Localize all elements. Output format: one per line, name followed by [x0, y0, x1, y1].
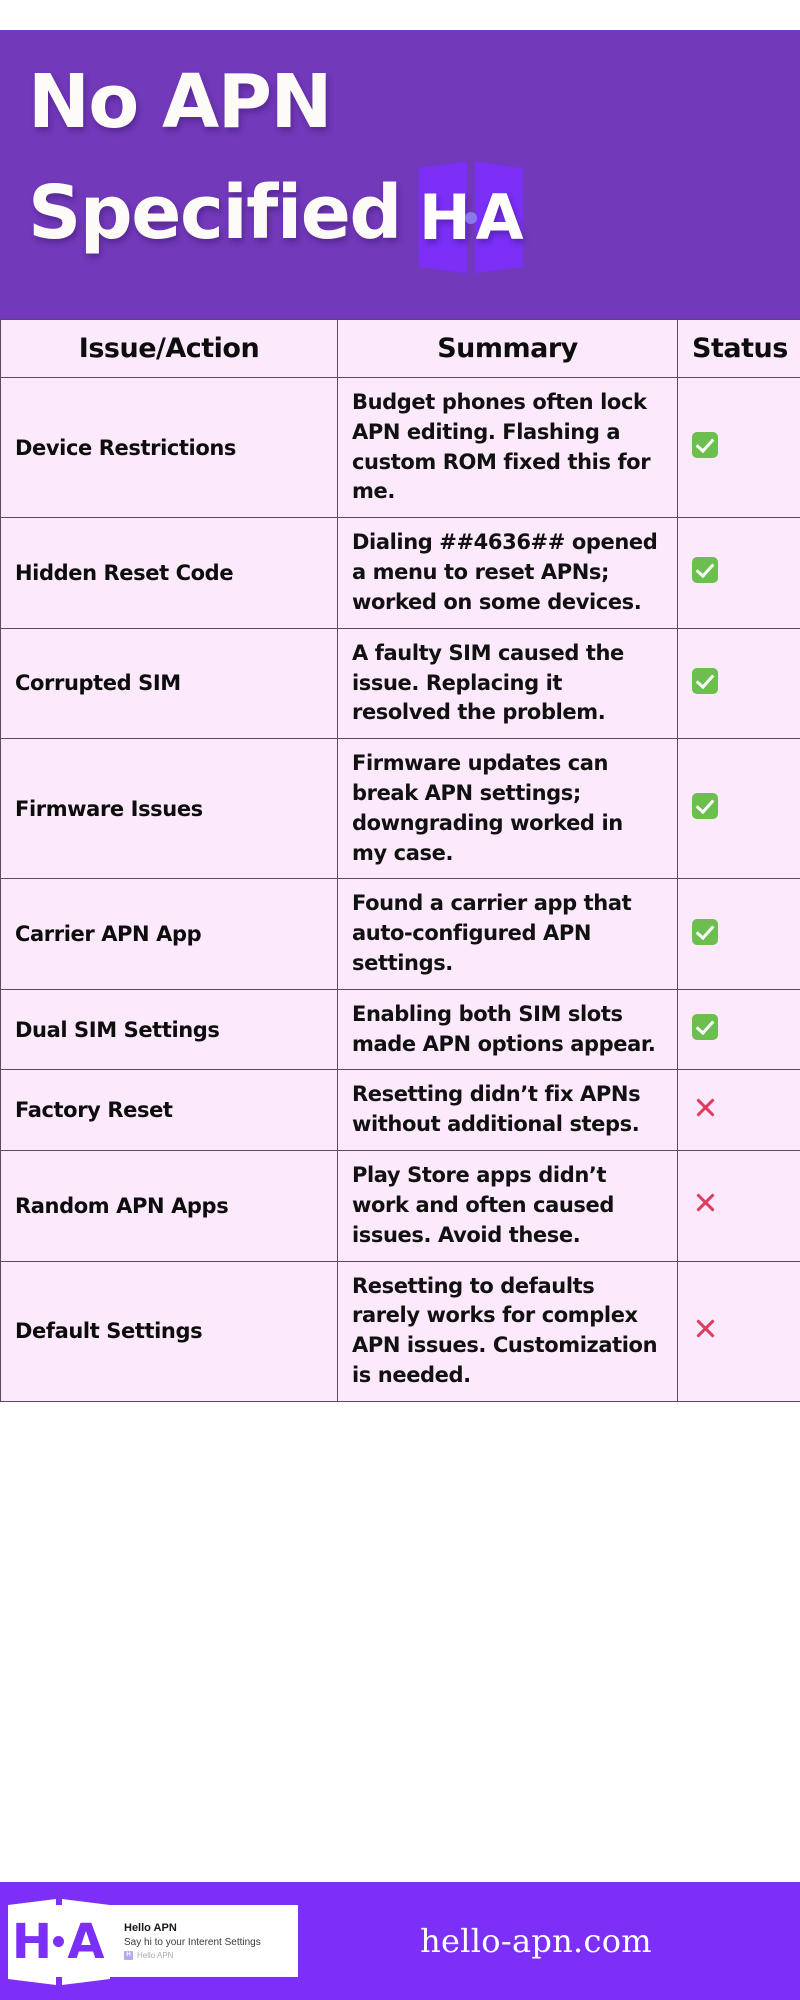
brand-card-text: Hello APN Say hi to your Interent Settin…: [124, 1922, 261, 1960]
footer-logo-dot-icon: [53, 1936, 64, 1947]
status-check-icon: [692, 918, 718, 945]
header-banner: No APN Specified H A: [0, 30, 800, 319]
cell-issue: Random APN Apps: [0, 1150, 338, 1262]
footer-bar: H A Hello APN Say hi to your Interent Se…: [0, 1882, 800, 2000]
table-row: Hidden Reset Code Dialing ##4636## opened…: [0, 517, 800, 629]
cell-status: [677, 738, 800, 880]
cell-issue: Corrupted SIM: [0, 627, 338, 740]
status-cross-icon: [692, 1316, 718, 1342]
website-url[interactable]: hello-apn.com: [298, 1922, 774, 1960]
status-check-icon: [692, 1014, 718, 1041]
cell-summary: Enabling both SIM slots made APN options…: [337, 988, 678, 1071]
table-row: Default Settings Resetting to defaults ra…: [0, 1260, 800, 1402]
status-check-icon: [692, 557, 718, 584]
comparison-table-container: Issue/Action Summary Status Device Restr…: [0, 319, 800, 1402]
table-header: Issue/Action Summary Status: [0, 319, 800, 378]
table-row: Device Restrictions Budget phones often l…: [0, 376, 800, 519]
table-row: Random APN Apps Play Store apps didn’t wo…: [0, 1150, 800, 1262]
table-row: Firmware Issues Firmware updates can brea…: [0, 738, 800, 880]
brand-card-subtitle: Say hi to your Interent Settings: [124, 1937, 261, 1948]
cell-issue: Dual SIM Settings: [0, 988, 338, 1071]
ha-brand-logo-icon: H A: [418, 161, 524, 274]
brand-card-title: Hello APN: [124, 1922, 177, 1934]
cell-issue: Firmware Issues: [0, 738, 338, 880]
logo-letter-h: H: [418, 180, 471, 254]
status-check-icon: [692, 432, 718, 459]
cell-status: [677, 627, 800, 740]
column-header-status: Status: [677, 319, 800, 378]
footer-ha-logo-icon: H A: [6, 1899, 114, 1985]
cell-issue: Device Restrictions: [0, 376, 338, 519]
logo-letter-a: A: [475, 180, 524, 254]
cell-summary: Dialing ##4636## opened a menu to reset …: [337, 517, 678, 629]
table-body: Device Restrictions Budget phones often l…: [0, 376, 800, 1402]
cell-summary: Firmware updates can break APN settings;…: [337, 738, 678, 880]
cell-summary: Resetting didn’t fix APNs without additi…: [337, 1069, 678, 1152]
cell-status: [677, 517, 800, 629]
table-header-row: Issue/Action Summary Status: [0, 319, 800, 378]
cell-status: [677, 376, 800, 519]
table-row: Dual SIM Settings Enabling both SIM slots…: [0, 988, 800, 1071]
brand-card: H A Hello APN Say hi to your Interent Se…: [8, 1899, 298, 1985]
byline-badge-icon: H: [124, 1951, 133, 1960]
page-title: No APN Specified H A: [28, 48, 772, 274]
title-line-2-row: Specified H A: [28, 158, 772, 274]
cell-status: [677, 1150, 800, 1262]
cell-summary: Resetting to defaults rarely works for c…: [337, 1260, 678, 1402]
cell-summary: A faulty SIM caused the issue. Replacing…: [337, 627, 678, 740]
brand-card-byline: H Hello APN: [124, 1951, 261, 1960]
logo-dot-icon: [464, 211, 477, 224]
status-cross-icon: [692, 1190, 718, 1216]
column-header-summary: Summary: [337, 319, 678, 378]
status-cross-icon: [692, 1095, 718, 1121]
column-header-issue: Issue/Action: [0, 319, 338, 378]
comparison-table: Issue/Action Summary Status Device Restr…: [0, 319, 800, 1402]
status-check-icon: [692, 793, 718, 820]
cell-status: [677, 988, 800, 1071]
footer-logo-letter-h: H: [11, 1914, 53, 1970]
cell-issue: Hidden Reset Code: [0, 517, 338, 629]
table-row: Carrier APN App Found a carrier app that …: [0, 878, 800, 990]
byline-label: Hello APN: [137, 1951, 174, 1960]
footer-logo-letter-a: A: [67, 1914, 105, 1970]
cell-summary: Found a carrier app that auto-configured…: [337, 878, 678, 990]
cell-issue: Carrier APN App: [0, 878, 338, 990]
cell-issue: Factory Reset: [0, 1069, 338, 1152]
cell-summary: Play Store apps didn’t work and often ca…: [337, 1150, 678, 1262]
status-check-icon: [692, 667, 718, 694]
table-row: Corrupted SIM A faulty SIM caused the iss…: [0, 627, 800, 740]
infographic-page: No APN Specified H A Issue/Action Summar…: [0, 0, 800, 2000]
table-row: Factory Reset Resetting didn’t fix APNs w…: [0, 1069, 800, 1152]
title-line-1: No APN: [28, 59, 332, 145]
cell-status: [677, 1069, 800, 1152]
cell-summary: Budget phones often lock APN editing. Fl…: [337, 376, 678, 519]
cell-status: [677, 1260, 800, 1402]
cell-issue: Default Settings: [0, 1260, 338, 1402]
cell-status: [677, 878, 800, 990]
title-line-2: Specified: [28, 169, 402, 256]
